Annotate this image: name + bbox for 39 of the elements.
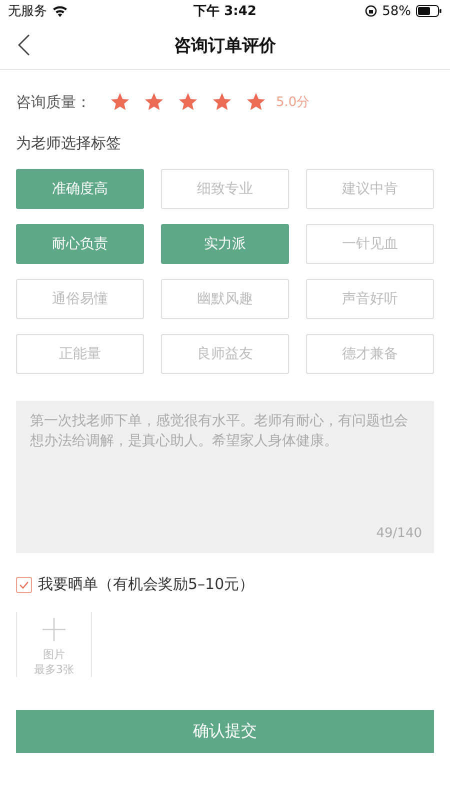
tag-chip[interactable]: 细致专业 [161,169,289,209]
page-title: 咨询订单评价 [174,35,276,57]
star-icon[interactable] [178,92,198,112]
upload-label: 图片 [43,647,65,662]
check-icon [19,580,29,588]
star-icon[interactable] [246,92,266,112]
battery-icon [416,5,442,17]
clock-text: 下午 3:42 [194,3,256,20]
tag-chip[interactable]: 耐心负责 [16,224,144,264]
star-icon[interactable] [144,92,164,112]
star-icon[interactable] [110,92,130,112]
rating-score: 5.0分 [276,94,310,111]
tag-chip[interactable]: 建议中肯 [306,169,434,209]
submit-button[interactable]: 确认提交 [16,710,434,753]
section-title: 为老师选择标签 [16,134,122,153]
wifi-icon [52,5,68,17]
tag-chip[interactable]: 一针见血 [306,224,434,264]
tag-chip[interactable]: 幽默风趣 [161,279,289,319]
comment-text: 第一次找老师下单，感觉很有水平。老师有耐心，有问题也会想办法给调解，是真心助人。希望家人身体健康。 [30,412,409,451]
tag-chip[interactable]: 准确度高 [16,169,144,209]
plus-icon [41,618,67,641]
tag-chip[interactable]: 良师益友 [161,334,289,374]
comment-field[interactable]: 第一次找老师下单，感觉很有水平。老师有耐心，有问题也会想办法给调解，是真心助人。希望家人身体健康。 49/140 [16,401,434,553]
star-icon[interactable] [212,92,232,112]
tag-chip[interactable]: 通俗易懂 [16,279,144,319]
char-counter: 49/140 [376,526,422,541]
back-icon [18,34,30,56]
rotation-lock-icon [365,5,378,17]
upload-hint: 最多3张 [34,662,74,677]
tag-chip[interactable]: 德才兼备 [306,334,434,374]
share-checkbox[interactable] [16,576,32,592]
tag-chip[interactable]: 声音好听 [306,279,434,319]
carrier-text: 无服务 [8,3,47,20]
battery-text: 58% [382,4,411,18]
tag-chip[interactable]: 实力派 [161,224,289,264]
photo-upload-button[interactable]: 图片 最多3张 [16,612,92,677]
rating-label: 咨询质量： [16,92,92,112]
tag-chip[interactable]: 正能量 [16,334,144,374]
share-label: 我要晒单（有机会奖励5–10元） [38,575,254,594]
